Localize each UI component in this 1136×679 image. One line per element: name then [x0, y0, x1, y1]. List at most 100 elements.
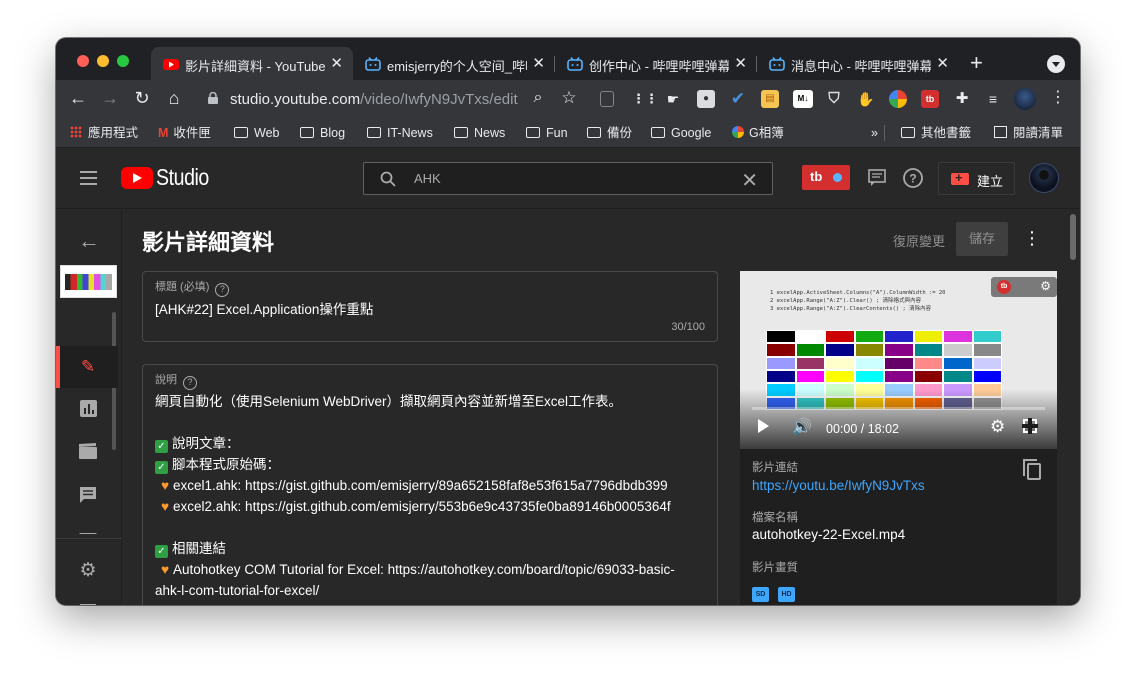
- nav-details[interactable]: ✎: [56, 346, 118, 388]
- description-input[interactable]: 網頁自動化（使用Selenium WebDriver）擷取網頁內容並新增至Exc…: [155, 391, 710, 601]
- nav-comments[interactable]: [56, 475, 118, 517]
- nav-settings[interactable]: ⚙: [56, 550, 118, 592]
- address-bar[interactable]: studio.youtube.com/video/IwfyN9JvTxs/edi…: [198, 84, 580, 114]
- folder-icon: [651, 127, 665, 138]
- list-extension-icon[interactable]: ⋮⋮: [632, 90, 658, 108]
- clear-search-icon[interactable]: ✕: [741, 168, 758, 193]
- account-avatar[interactable]: [1029, 163, 1059, 193]
- badge-extension-icon[interactable]: ●: [697, 90, 715, 108]
- video-thumbnail[interactable]: [60, 265, 117, 298]
- volume-icon[interactable]: 🔊: [792, 417, 812, 437]
- other-bookmarks[interactable]: 其他書籤: [901, 124, 971, 142]
- bookmark-google-photos[interactable]: G相簿: [732, 124, 784, 142]
- description-text: Autohotkey COM Tutorial for Excel: https…: [173, 562, 675, 577]
- settings-gear-icon[interactable]: ⚙: [990, 417, 1005, 437]
- shield-extension-icon[interactable]: ⛉: [825, 90, 843, 108]
- nav-analytics[interactable]: [56, 389, 118, 431]
- tab-bilibili-creator[interactable]: 创作中心 - 哔哩哔哩弹幕视频网 ✕: [555, 47, 757, 80]
- hd-quality-badge: HD: [778, 587, 795, 602]
- create-button[interactable]: 建立: [938, 162, 1015, 195]
- copy-extension-icon[interactable]: [600, 91, 614, 107]
- bookmarks-overflow-button[interactable]: »: [871, 124, 878, 142]
- minimize-window-button[interactable]: [97, 55, 109, 67]
- pointer-extension-icon[interactable]: ☛: [664, 90, 682, 108]
- bookmark-news[interactable]: News: [454, 124, 505, 142]
- chrome-menu-icon[interactable]: ⋮: [1047, 87, 1069, 109]
- menu-icon[interactable]: [80, 171, 97, 185]
- bookmark-google[interactable]: Google: [651, 124, 711, 142]
- tubebuddy-overlay[interactable]: tb ⚙: [991, 277, 1057, 297]
- forward-arrow-icon[interactable]: →: [99, 87, 121, 109]
- channel-search-box[interactable]: ✕: [363, 162, 773, 195]
- title-input[interactable]: [AHK#22] Excel.Application操作重點: [155, 298, 373, 318]
- fullscreen-icon[interactable]: [1022, 418, 1038, 434]
- gear-icon[interactable]: ⚙: [1040, 279, 1051, 293]
- feedback-message-icon[interactable]: [866, 167, 888, 189]
- bookmark-apps[interactable]: 應用程式: [70, 124, 138, 142]
- bilibili-icon: [365, 57, 381, 71]
- maximize-window-button[interactable]: [117, 55, 129, 67]
- bookmark-web[interactable]: Web: [234, 124, 279, 142]
- markdown-extension-icon[interactable]: M↓: [793, 90, 813, 108]
- reload-icon[interactable]: ↻: [131, 87, 153, 109]
- bookmark-it-news[interactable]: IT-News: [367, 124, 433, 142]
- search-input[interactable]: [414, 171, 714, 186]
- reading-list[interactable]: 閱讀清單: [994, 124, 1063, 142]
- tab-close-icon[interactable]: ✕: [532, 54, 545, 72]
- nav-subtitles[interactable]: [56, 518, 118, 534]
- new-tab-button[interactable]: +: [970, 52, 983, 74]
- save-button[interactable]: 儲存: [956, 222, 1008, 256]
- help-icon[interactable]: ?: [183, 376, 197, 390]
- play-icon[interactable]: [758, 419, 769, 433]
- more-options-icon[interactable]: ⋮: [1023, 228, 1041, 249]
- help-icon[interactable]: ?: [902, 167, 924, 189]
- tab-youtube-studio[interactable]: 影片詳細資料 - YouTube Studio ✕: [151, 47, 353, 80]
- help-icon[interactable]: ?: [215, 283, 230, 297]
- tb-extension-icon[interactable]: tb: [921, 90, 939, 108]
- video-preview[interactable]: 1 excelApp.ActiveSheet.Columns("A").Colu…: [740, 271, 1057, 449]
- progress-bar[interactable]: [752, 407, 1045, 410]
- profile-avatar-icon[interactable]: [1014, 88, 1036, 110]
- home-icon[interactable]: ⌂: [163, 87, 185, 109]
- bookmark-blog[interactable]: Blog: [300, 124, 345, 142]
- tubebuddy-button[interactable]: tb: [802, 165, 850, 190]
- gmail-icon: M: [158, 126, 169, 140]
- bookmark-inbox[interactable]: M 收件匣: [158, 124, 211, 142]
- grid-cell: [766, 356, 796, 370]
- copy-icon[interactable]: [1023, 459, 1041, 480]
- bookmark-fun[interactable]: Fun: [526, 124, 568, 142]
- tab-bilibili-messages[interactable]: 消息中心 - 哔哩哔哩弹幕视频网 ✕: [757, 47, 959, 80]
- bookmark-star-icon[interactable]: ☆: [558, 87, 580, 109]
- bookmark-label: IT-News: [387, 126, 433, 140]
- nav-editor[interactable]: [56, 432, 118, 474]
- comments-icon: [78, 486, 98, 506]
- hand-extension-icon[interactable]: ✋: [857, 90, 875, 108]
- bookmark-backup[interactable]: 備份: [587, 124, 632, 142]
- nav-feedback[interactable]: [56, 592, 118, 605]
- close-window-button[interactable]: [77, 55, 89, 67]
- title-field[interactable]: 標題 (必填)? [AHK#22] Excel.Application操作重點 …: [142, 271, 718, 342]
- description-text: 說明文章：: [172, 436, 240, 451]
- browser-window: 影片詳細資料 - YouTube Studio ✕ emisjerry的个人空间…: [56, 38, 1080, 605]
- tab-close-icon[interactable]: ✕: [936, 54, 949, 72]
- description-field[interactable]: 說明? 網頁自動化（使用Selenium WebDriver）擷取網頁內容並新增…: [142, 364, 718, 605]
- main-scrollbar[interactable]: [1070, 214, 1076, 260]
- note-extension-icon[interactable]: ▤: [761, 90, 779, 108]
- tab-search-icon[interactable]: [1047, 55, 1065, 73]
- grid-cell: [913, 356, 943, 370]
- tab-bilibili-space[interactable]: emisjerry的个人空间_哔哩哔哩 ✕: [353, 47, 555, 80]
- clapperboard-icon: [78, 443, 98, 463]
- media-queue-icon[interactable]: ≡: [984, 90, 1002, 108]
- back-arrow-icon[interactable]: ←: [67, 87, 89, 109]
- zoom-search-icon[interactable]: ⌕: [527, 87, 549, 109]
- color-extension-icon[interactable]: [889, 90, 907, 108]
- undo-changes-button[interactable]: 復原變更: [893, 231, 945, 250]
- puzzle-extensions-icon[interactable]: ✚: [953, 90, 971, 108]
- checkmark-extension-icon[interactable]: ✔: [729, 90, 747, 108]
- back-arrow-icon[interactable]: ←: [78, 228, 100, 254]
- tab-close-icon[interactable]: ✕: [330, 54, 343, 72]
- youtube-logo[interactable]: [121, 167, 153, 189]
- video-link[interactable]: https://youtu.be/IwfyN9JvTxs: [752, 478, 925, 493]
- main-content: 影片詳細資料 復原變更 儲存 ⋮ 標題 (必填)? [AHK#22] Excel…: [123, 210, 1080, 605]
- tab-close-icon[interactable]: ✕: [734, 54, 747, 72]
